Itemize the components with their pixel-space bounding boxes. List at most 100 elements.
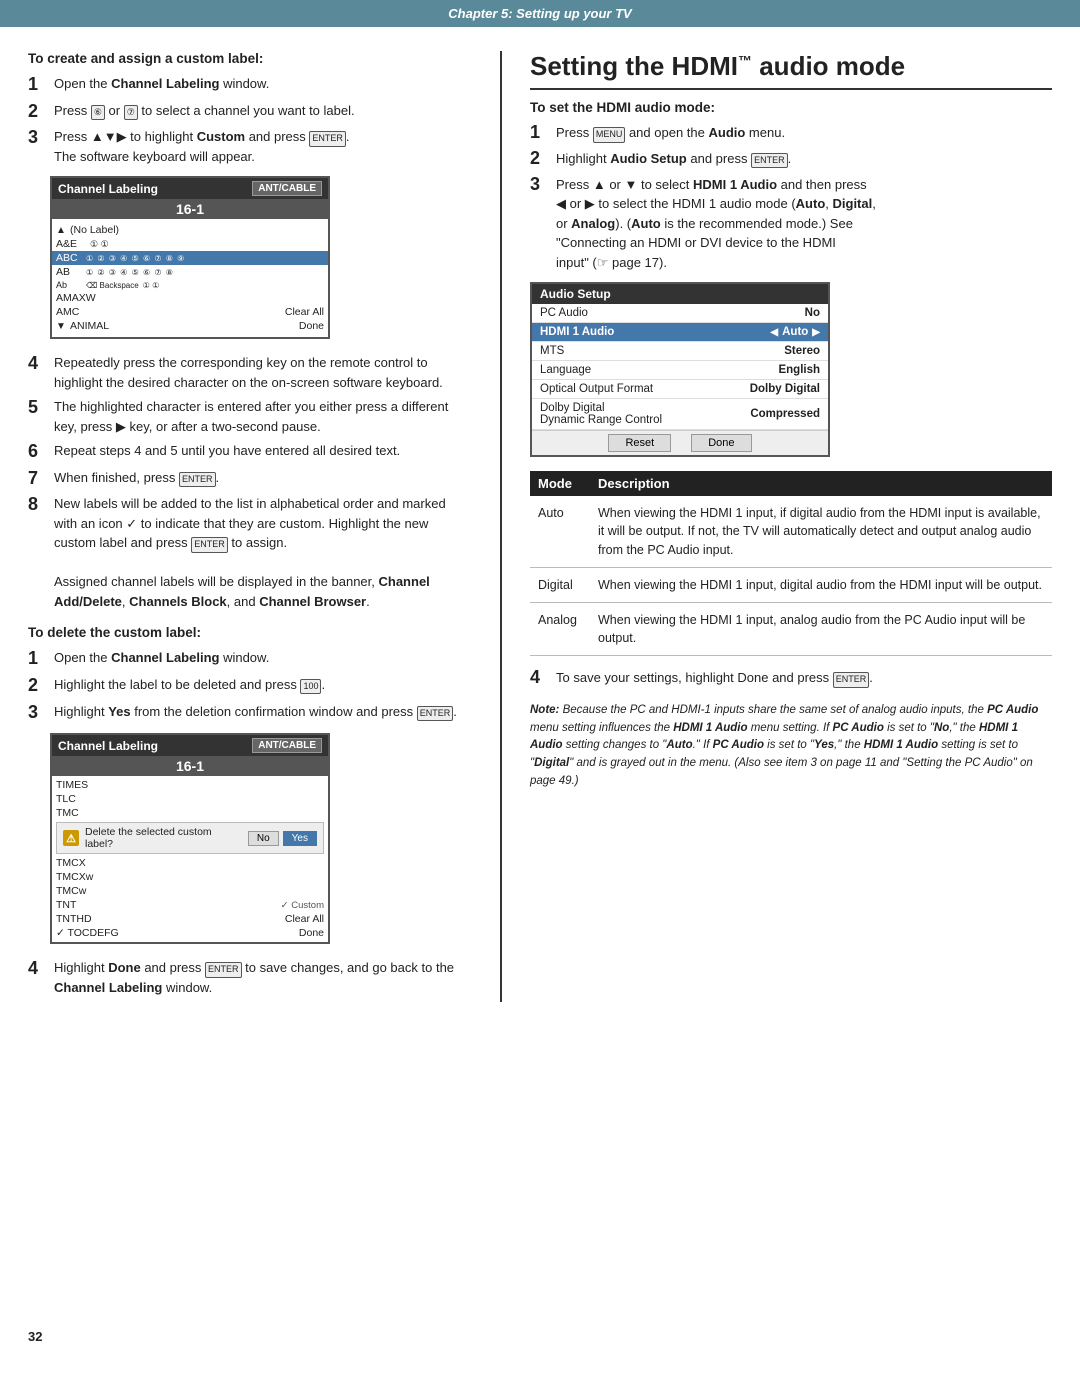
cl2-title: Channel Labeling ANT/CABLE <box>52 735 328 756</box>
cl2-tocdefg: ✓ TOCDEFG <box>56 927 299 939</box>
cl-row-amaxw: AMAXW <box>52 291 328 305</box>
step-num-2: 2 <box>28 101 46 123</box>
cl-row-ab: AB ① ② ③ ④ ⑤ ⑥ ⑦ ⑧ <box>52 265 328 279</box>
cl-letter-ab: AB <box>56 266 86 278</box>
description-col-header: Description <box>590 471 1052 496</box>
hdmi1-label: HDMI 1 Audio <box>540 326 770 338</box>
cl2-tlc: TLC <box>56 793 324 805</box>
mts-label: MTS <box>540 345 784 357</box>
cl2-row-tnt: TNT ✓ Custom <box>52 898 328 912</box>
step-num-5: 5 <box>28 397 46 419</box>
right-arrow-icon: ▶ <box>812 327 820 338</box>
cl2-tmcxw: TMCXw <box>56 871 324 883</box>
step-num-7: 7 <box>28 468 46 490</box>
cl2-row-times: TIMES <box>52 778 328 792</box>
create-step-3: 3 Press ▲▼▶ to highlight Custom and pres… <box>28 127 468 166</box>
create-step-4: 4 Repeatedly press the corresponding key… <box>28 353 468 392</box>
step-num-3: 3 <box>28 127 46 149</box>
right-step-3-content: Press ▲ or ▼ to select HDMI 1 Audio and … <box>556 175 876 273</box>
page-layout: To create and assign a custom label: 1 O… <box>0 27 1080 1026</box>
step-4-content: Repeatedly press the corresponding key o… <box>54 353 468 392</box>
note-text: Note: Because the PC and HDMI-1 inputs s… <box>530 702 1052 791</box>
audio-setup-box: Audio Setup PC Audio No HDMI 1 Audio ◀ A… <box>530 282 830 457</box>
cl-animal: ANIMAL <box>70 320 299 332</box>
del-step-1-content: Open the Channel Labeling window. <box>54 648 269 668</box>
desc-analog: When viewing the HDMI 1 input, analog au… <box>590 602 1052 655</box>
hdmi1-auto: Auto <box>782 326 808 338</box>
delete-heading: To delete the custom label: <box>28 625 468 640</box>
channel-label-body-1: ▲ (No Label) A&E ① ① ABC ① ② ③ ④ ⑤ ⑥ ⑦ ⑧… <box>52 219 328 337</box>
cl2-title-text: Channel Labeling <box>58 739 158 753</box>
cl2-tmcw: TMCw <box>56 885 324 897</box>
right-main-title: Setting the HDMI™ audio mode <box>530 51 1052 90</box>
right-section-heading: To set the HDMI audio mode: <box>530 100 1052 115</box>
cl-no-label: (No Label) <box>70 224 119 236</box>
delete-step-2: 2 Highlight the label to be deleted and … <box>28 675 468 697</box>
step-6-content: Repeat steps 4 and 5 until you have ente… <box>54 441 400 461</box>
step-2-content: Press ⑥ or ⑦ to select a channel you wan… <box>54 101 355 121</box>
cl2-times: TIMES <box>56 779 324 791</box>
cl-zero: ① ① <box>143 281 160 290</box>
right-step-num-3: 3 <box>530 175 548 195</box>
delete-steps-list: 1 Open the Channel Labeling window. 2 Hi… <box>28 648 468 723</box>
cl2-body: TIMES TLC TMC ⚠ Delete the selected cust… <box>52 776 328 942</box>
cl-clearall: Clear All <box>285 306 324 318</box>
cl-row-animal: ▼ ANIMAL Done <box>52 319 328 333</box>
right-step-num-4: 4 <box>530 668 548 688</box>
create-step-5: 5 The highlighted character is entered a… <box>28 397 468 436</box>
cl-title-text: Channel Labeling <box>58 182 158 196</box>
language-label: Language <box>540 364 778 376</box>
desc-digital: When viewing the HDMI 1 input, digital a… <box>590 567 1052 602</box>
right-step-2: 2 Highlight Audio Setup and press ENTER. <box>530 149 1052 169</box>
cl2-row-tmcxw: TMCXw <box>52 870 328 884</box>
optical-label: Optical Output Format <box>540 383 750 395</box>
cl-amaxw: AMAXW <box>56 292 96 304</box>
done-button[interactable]: Done <box>691 434 751 452</box>
arrow-up-icon: ▲ <box>56 225 70 236</box>
del-step-4-content: Highlight Done and press ENTER to save c… <box>54 958 468 997</box>
confirm-no-button[interactable]: No <box>248 831 279 846</box>
del-step-num-2: 2 <box>28 675 46 697</box>
mode-row-auto: Auto When viewing the HDMI 1 input, if d… <box>530 496 1052 567</box>
create-steps-list: 1 Open the Channel Labeling window. 2 Pr… <box>28 74 468 166</box>
page-wrapper: Chapter 5: Setting up your TV To create … <box>0 0 1080 1360</box>
cl-letter-ae: A&E <box>56 238 86 250</box>
arrow-down-icon: ▼ <box>56 321 70 332</box>
cl2-row-tlc: TLC <box>52 792 328 806</box>
mode-digital: Digital <box>530 567 590 602</box>
cl2-ant-badge: ANT/CABLE <box>252 738 322 753</box>
right-step-1-content: Press MENU and open the Audio menu. <box>556 123 785 143</box>
mode-auto: Auto <box>530 496 590 567</box>
optical-value: Dolby Digital <box>750 383 820 395</box>
step-7-content: When finished, press ENTER. <box>54 468 219 488</box>
right-step-1: 1 Press MENU and open the Audio menu. <box>530 123 1052 143</box>
audio-row-language: Language English <box>532 361 828 380</box>
left-column: To create and assign a custom label: 1 O… <box>28 51 468 1002</box>
cl2-row-tocdefg: ✓ TOCDEFG Done <box>52 926 328 940</box>
cl2-tnt: TNT <box>56 899 281 911</box>
cl-letter-abc: ABC <box>56 252 86 264</box>
create-step-6: 6 Repeat steps 4 and 5 until you have en… <box>28 441 468 463</box>
delete-step-4: 4 Highlight Done and press ENTER to save… <box>28 958 468 997</box>
channel-num-display-1: 16-1 <box>52 199 328 219</box>
del-step-2-content: Highlight the label to be deleted and pr… <box>54 675 325 695</box>
cl2-tnthd: TNTHD <box>56 913 285 925</box>
cl2-tmc: TMC <box>56 807 324 819</box>
cl-done: Done <box>299 320 324 332</box>
create-step-2: 2 Press ⑥ or ⑦ to select a channel you w… <box>28 101 468 123</box>
pc-audio-label: PC Audio <box>540 307 805 319</box>
mts-value: Stereo <box>784 345 820 357</box>
step-1-content: Open the Channel Labeling window. <box>54 74 269 94</box>
del-step-num-3: 3 <box>28 702 46 724</box>
mode-row-digital: Digital When viewing the HDMI 1 input, d… <box>530 567 1052 602</box>
audio-row-optical: Optical Output Format Dolby Digital <box>532 380 828 399</box>
cl2-tmcx: TMCX <box>56 857 324 869</box>
cl2-row-tnthd: TNTHD Clear All <box>52 912 328 926</box>
confirm-yes-button[interactable]: Yes <box>283 831 317 846</box>
reset-button[interactable]: Reset <box>608 434 671 452</box>
delete-section: To delete the custom label: 1 Open the C… <box>28 625 468 997</box>
desc-auto: When viewing the HDMI 1 input, if digita… <box>590 496 1052 567</box>
channel-labeling-box-1: Channel Labeling ANT/CABLE 16-1 ▲ (No La… <box>50 176 330 339</box>
right-step-num-2: 2 <box>530 149 548 169</box>
create-step-8: 8 New labels will be added to the list i… <box>28 494 468 611</box>
